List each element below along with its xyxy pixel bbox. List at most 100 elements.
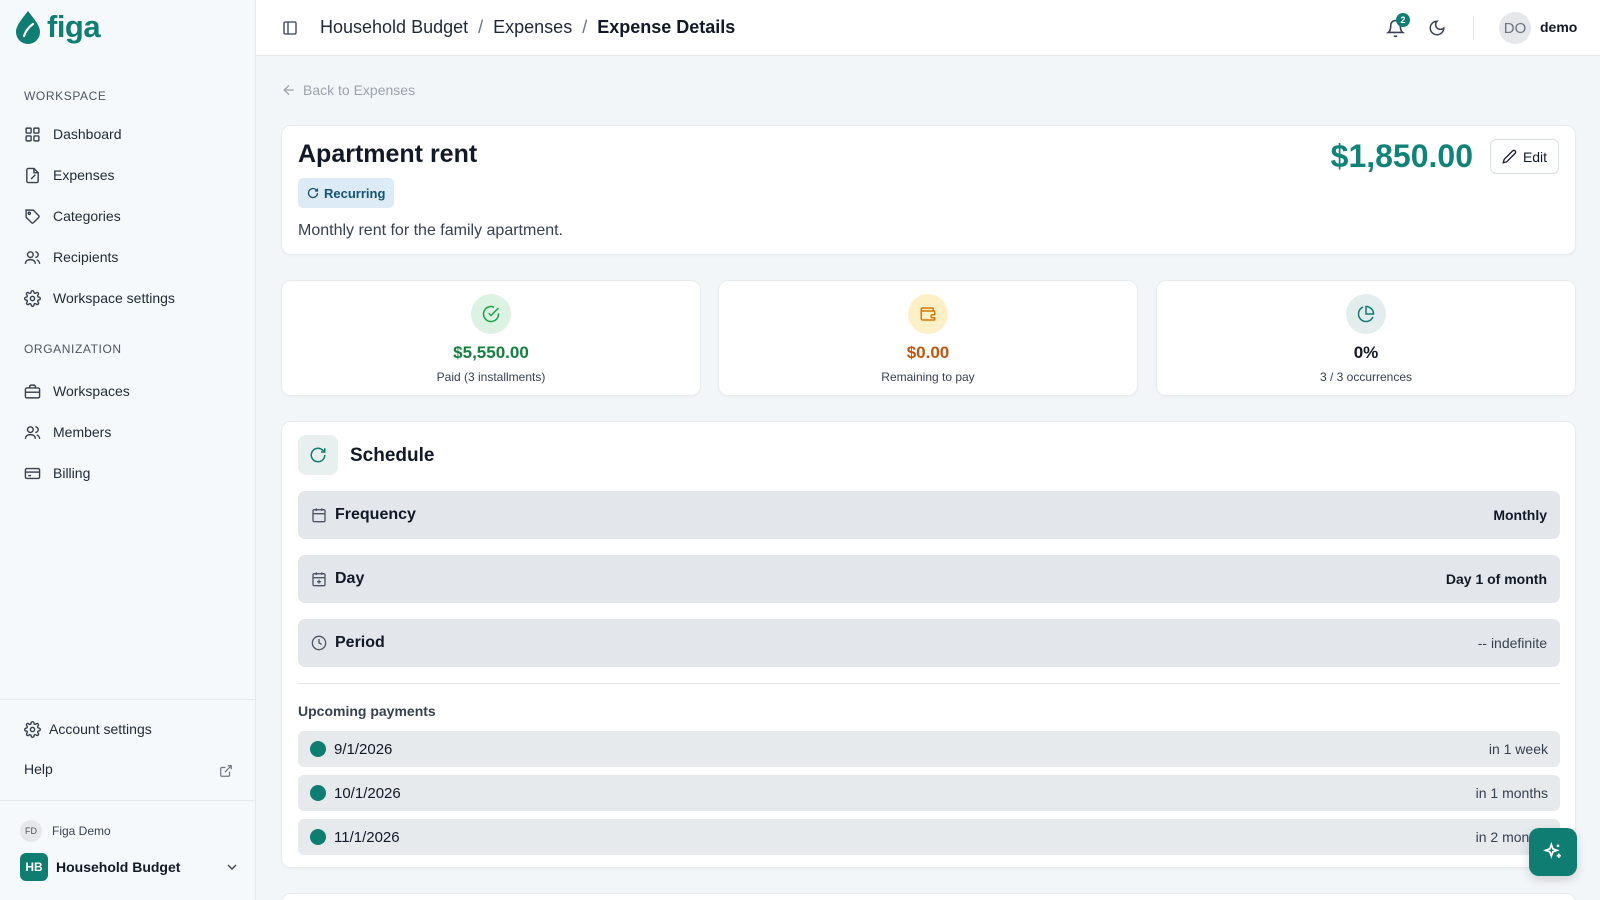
sidebar-item-label: Workspaces [53, 383, 130, 399]
stat-value: $0.00 [906, 343, 950, 362]
schedule-title: Schedule [350, 445, 435, 466]
moon-icon[interactable] [1428, 19, 1446, 37]
breadcrumb-workspace[interactable]: Household Budget [320, 17, 468, 38]
workspace-switcher[interactable]: HB Household Budget [20, 853, 240, 881]
sidebar-item-expenses[interactable]: Expenses [14, 158, 242, 192]
breadcrumb-separator: / [478, 17, 484, 37]
brand-logo[interactable]: figa [15, 9, 101, 45]
header-user-name[interactable]: demo [1540, 19, 1577, 35]
schedule-value: Day 1 of month [1445, 571, 1547, 587]
gear-icon [24, 289, 41, 307]
schedule-label: Period [335, 634, 385, 651]
account-settings-label: Account settings [49, 721, 152, 737]
nav-heading-organization: ORGANIZATION [24, 342, 122, 356]
chevron-down-icon [224, 859, 240, 875]
payment-date: 11/1/2026 [334, 828, 400, 846]
avatar: FD [20, 820, 42, 842]
edit-button[interactable]: Edit [1490, 139, 1559, 174]
schedule-row-period: Period -- indefinite [298, 619, 1560, 667]
breadcrumb: Household Budget / Expenses / Expense De… [320, 17, 735, 38]
schedule-label: Frequency [335, 506, 416, 523]
back-to-expenses-link[interactable]: Back to Expenses [281, 82, 415, 98]
calendar-plus-icon [311, 571, 327, 587]
schedule-label: Day [335, 570, 365, 587]
schedule-row-day: Day Day 1 of month [298, 555, 1560, 603]
payment-date: 10/1/2026 [334, 784, 401, 802]
refresh-icon [307, 187, 319, 199]
sidebar-item-label: Workspace settings [53, 290, 175, 306]
schedule-divider [298, 683, 1560, 684]
sidebar-divider [0, 800, 255, 801]
sidebar-item-label: Dashboard [53, 126, 122, 142]
sidebar-toggle-icon[interactable] [282, 20, 298, 36]
account-settings-link[interactable]: Account settings [14, 712, 242, 746]
sparkles-icon [1543, 842, 1563, 862]
sidebar-item-recipients[interactable]: Recipients [14, 240, 242, 274]
next-card [281, 893, 1576, 900]
help-link[interactable]: Help [14, 752, 242, 786]
ai-assistant-button[interactable] [1529, 828, 1577, 876]
breadcrumb-separator: / [582, 17, 588, 37]
pencil-icon [1502, 149, 1517, 164]
stat-label: 3 / 3 occurrences [1319, 370, 1413, 384]
users-icon [24, 249, 41, 266]
stat-card-paid: $5,550.00 Paid (3 installments) [281, 280, 701, 396]
payment-relative: in 1 week [1488, 741, 1548, 757]
sidebar-item-billing[interactable]: Billing [14, 456, 242, 490]
notification-badge: 2 [1396, 13, 1410, 27]
schedule-row-frequency: Frequency Monthly [298, 491, 1560, 539]
breadcrumb-expenses[interactable]: Expenses [493, 17, 572, 38]
wallet-icon [908, 294, 948, 334]
payment-date: 9/1/2026 [334, 740, 393, 758]
sidebar-item-dashboard[interactable]: Dashboard [14, 117, 242, 151]
payment-relative: in 1 months [1475, 785, 1548, 801]
pie-chart-icon [1346, 294, 1386, 334]
workspace-name: Household Budget [56, 859, 181, 875]
avatar[interactable]: DO [1499, 12, 1531, 44]
back-label: Back to Expenses [303, 82, 416, 98]
briefcase-icon [24, 383, 41, 400]
sidebar-item-members[interactable]: Members [14, 415, 242, 449]
sidebar-item-workspaces[interactable]: Workspaces [14, 374, 242, 408]
status-dot [310, 829, 326, 845]
sidebar: figa WORKSPACE Dashboard Expenses Catego… [0, 0, 256, 900]
receipt-icon [24, 167, 41, 184]
breadcrumb-current: Expense Details [597, 17, 736, 37]
gear-icon [24, 720, 41, 738]
grid-icon [24, 126, 41, 143]
badge-label: Recurring [324, 185, 386, 201]
workspace-badge: HB [20, 853, 48, 881]
calendar-icon [311, 507, 327, 523]
expense-header-card: Apartment rent Recurring Monthly rent fo… [281, 125, 1576, 255]
header-divider [1473, 16, 1474, 40]
sidebar-item-label: Billing [53, 465, 91, 481]
sidebar-divider [0, 699, 255, 700]
sidebar-user: FD Figa Demo [20, 820, 111, 842]
schedule-card: Schedule Frequency Monthly Day Day 1 of … [281, 421, 1576, 868]
stat-card-progress: 0% 3 / 3 occurrences [1156, 280, 1576, 396]
list-item: 10/1/2026 in 1 months [298, 775, 1560, 811]
status-dot [310, 785, 326, 801]
stat-value: $5,550.00 [453, 343, 529, 362]
refresh-icon [298, 435, 338, 475]
edit-label: Edit [1522, 148, 1548, 165]
clock-icon [311, 635, 327, 651]
schedule-value: Monthly [1493, 507, 1547, 523]
sidebar-item-workspace-settings[interactable]: Workspace settings [14, 281, 242, 315]
help-label: Help [24, 761, 53, 777]
sidebar-item-label: Members [53, 424, 112, 440]
expense-title: Apartment rent [298, 140, 478, 168]
brand-name: figa [47, 9, 101, 44]
tag-icon [24, 208, 41, 225]
user-name: Figa Demo [52, 824, 111, 838]
stat-label: Remaining to pay [881, 370, 975, 384]
sidebar-item-categories[interactable]: Categories [14, 199, 242, 233]
upcoming-heading: Upcoming payments [298, 703, 436, 719]
list-item: 11/1/2026 in 2 months [298, 819, 1560, 855]
status-dot [310, 741, 326, 757]
sidebar-item-label: Recipients [53, 249, 119, 265]
stat-card-remaining: $0.00 Remaining to pay [718, 280, 1138, 396]
expense-amount: $1,850.00 [1330, 138, 1473, 174]
expense-description: Monthly rent for the family apartment. [298, 222, 563, 239]
users-icon [24, 424, 41, 441]
